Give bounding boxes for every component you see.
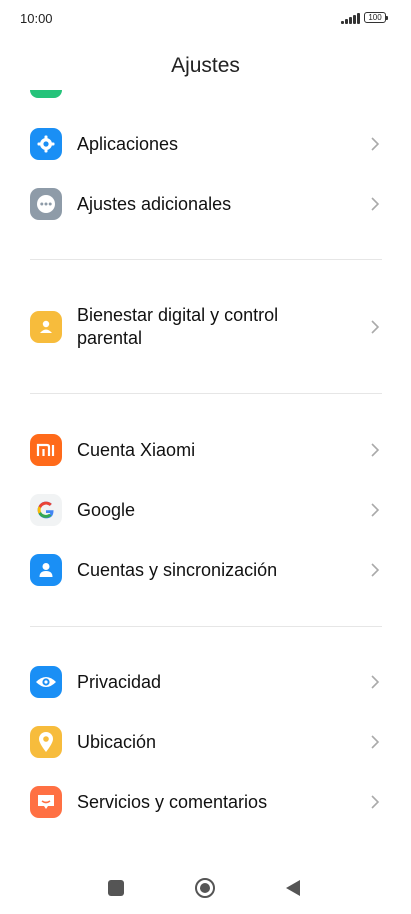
- location-pin-icon: [30, 726, 62, 758]
- settings-item-cuenta-xiaomi[interactable]: Cuenta Xiaomi: [0, 430, 411, 470]
- user-icon: [30, 554, 62, 586]
- divider: [30, 259, 382, 260]
- settings-item-privacidad[interactable]: Privacidad: [0, 662, 411, 702]
- eye-icon: [30, 666, 62, 698]
- chevron-right-icon: [371, 563, 380, 577]
- settings-item-label: Bienestar digital y control parental: [77, 305, 279, 348]
- settings-item-label: Aplicaciones: [77, 134, 179, 154]
- navigation-bar: [0, 870, 411, 910]
- chevron-right-icon: [371, 503, 380, 517]
- home-button[interactable]: [195, 878, 215, 898]
- settings-item-bienestar-digital[interactable]: Bienestar digital y control parental: [0, 302, 411, 352]
- status-bar: 10:00 100: [0, 0, 411, 38]
- status-time: 10:00: [20, 11, 53, 26]
- chevron-right-icon: [371, 795, 380, 809]
- divider: [30, 393, 382, 394]
- settings-item-label: Ubicación: [77, 732, 157, 752]
- settings-item-label: Servicios y comentarios: [77, 792, 268, 812]
- settings-item-servicios-comentarios[interactable]: Servicios y comentarios: [0, 782, 411, 822]
- settings-item-ajustes-adicionales[interactable]: Ajustes adicionales: [0, 184, 411, 224]
- chevron-right-icon: [371, 197, 380, 211]
- page-title: Ajustes: [171, 54, 240, 77]
- settings-item-label: Google: [77, 500, 136, 520]
- chevron-right-icon: [371, 443, 380, 457]
- settings-item-cuentas-sincronizacion[interactable]: Cuentas y sincronización: [0, 550, 411, 590]
- signal-icon: [341, 12, 361, 24]
- settings-item-aplicaciones[interactable]: Aplicaciones: [0, 124, 411, 164]
- feedback-icon: [30, 786, 62, 818]
- back-button[interactable]: [286, 880, 300, 896]
- chevron-right-icon: [371, 320, 380, 334]
- settings-item-label: Cuenta Xiaomi: [77, 440, 196, 460]
- more-dots-icon: [30, 188, 62, 220]
- wellbeing-icon: [30, 311, 62, 343]
- settings-item-label: Privacidad: [77, 672, 162, 692]
- chevron-right-icon: [371, 137, 380, 151]
- settings-item-google[interactable]: Google: [0, 490, 411, 530]
- battery-icon: 100: [364, 12, 388, 23]
- settings-item-label: Cuentas y sincronización: [77, 560, 278, 580]
- recents-button[interactable]: [108, 880, 124, 896]
- chevron-right-icon: [371, 735, 380, 749]
- partial-item-icon: [30, 90, 62, 98]
- divider: [30, 626, 382, 627]
- gear-icon: [30, 128, 62, 160]
- chevron-right-icon: [371, 675, 380, 689]
- xiaomi-logo-icon: [30, 434, 62, 466]
- settings-item-label: Ajustes adicionales: [77, 194, 232, 214]
- google-logo-icon: [30, 494, 62, 526]
- settings-item-ubicacion[interactable]: Ubicación: [0, 722, 411, 762]
